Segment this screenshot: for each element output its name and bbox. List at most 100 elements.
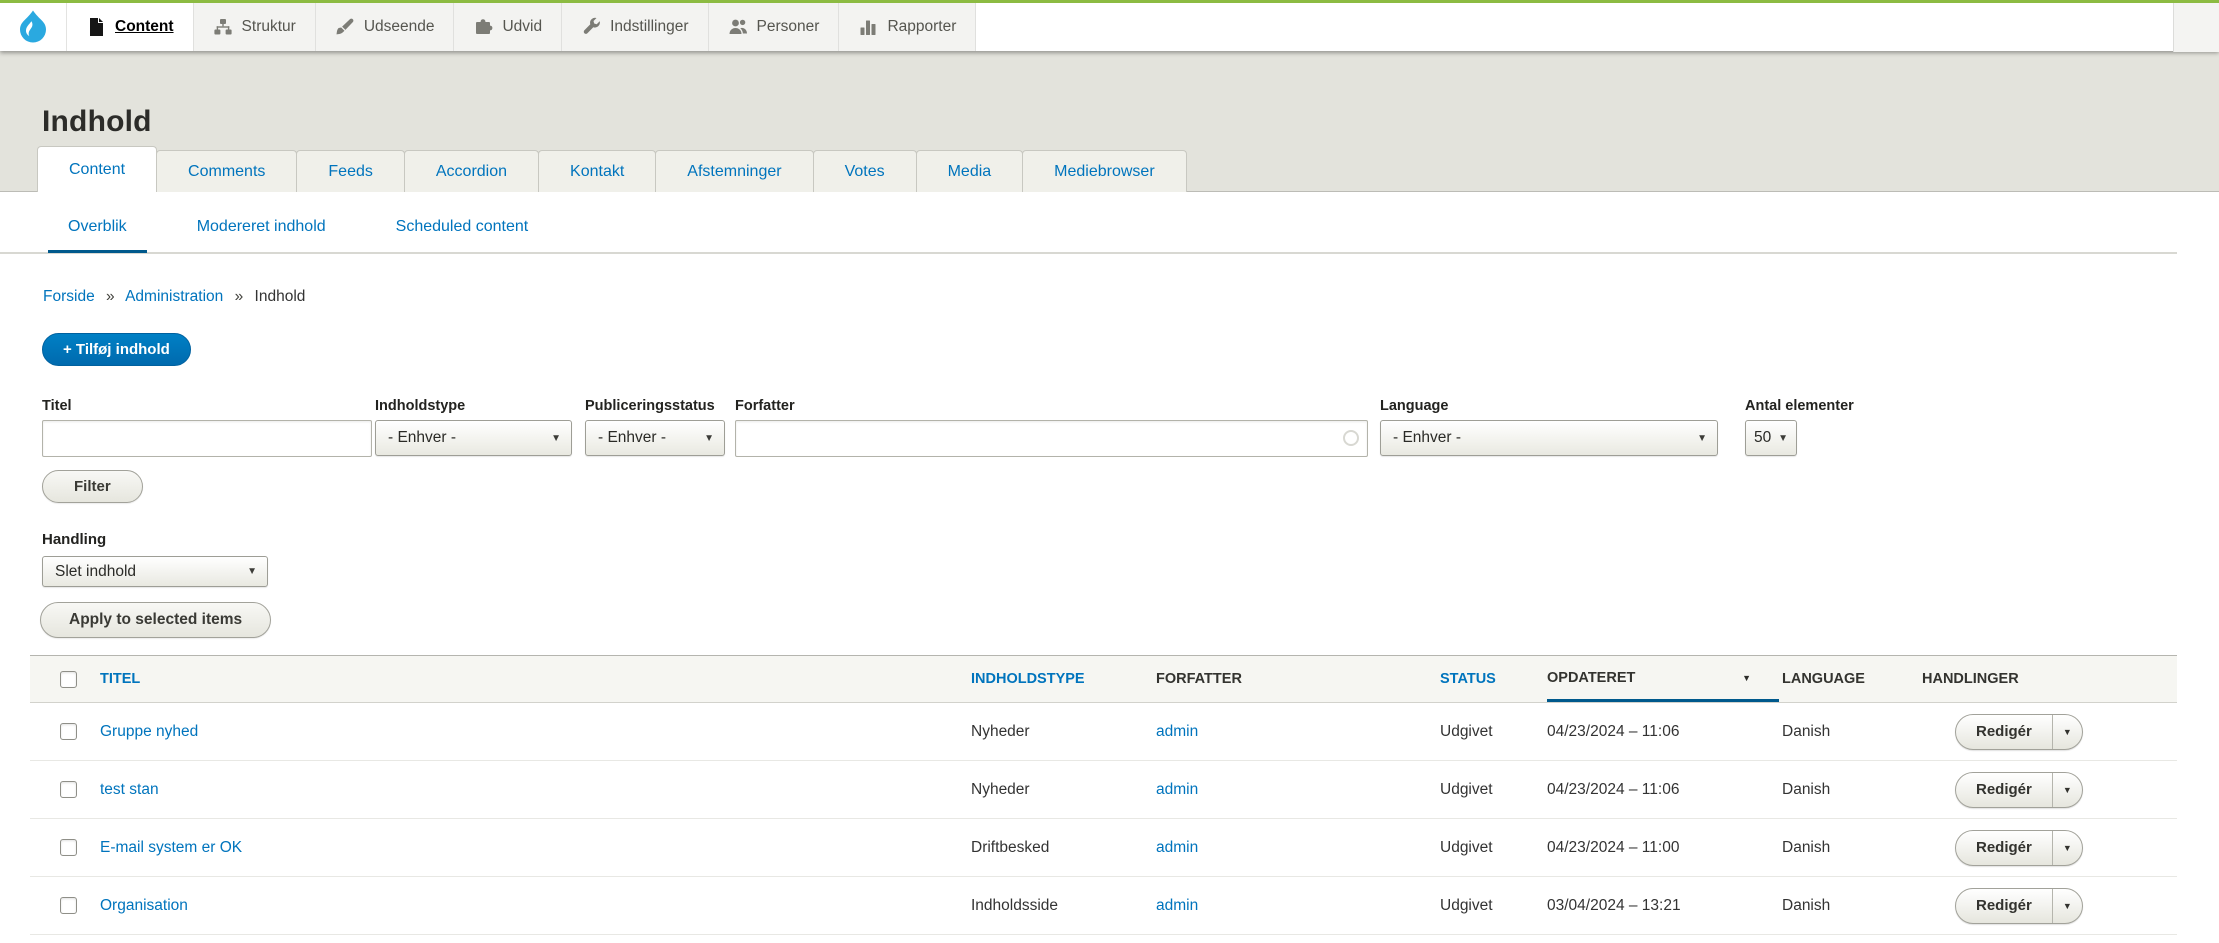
content-type-cell: Indholdsside (971, 897, 1156, 915)
forfatter-label: Forfatter (735, 398, 795, 414)
paintbrush-icon (335, 17, 355, 37)
subtab-scheduled-content[interactable]: Scheduled content (376, 217, 549, 253)
edit-dropbutton: Redigér ▼ (1955, 830, 2083, 866)
tab-content[interactable]: Content (37, 146, 157, 192)
column-header-opdateret[interactable]: OPDATERET ▼ (1547, 656, 1779, 702)
secondary-tabs: Overblik Modereret indhold Scheduled con… (48, 217, 548, 253)
content-title-link[interactable]: E-mail system er OK (100, 839, 242, 856)
primary-tabs: Content Comments Feeds Accordion Kontakt… (37, 146, 1186, 192)
status-cell: Udgivet (1440, 839, 1547, 857)
content-type-cell: Nyheder (971, 781, 1156, 799)
toolbar-item-struktur[interactable]: Struktur (194, 3, 316, 51)
titel-input[interactable] (42, 420, 372, 457)
toolbar-item-label: Content (115, 18, 174, 36)
drupal-drop-icon (15, 9, 51, 45)
column-header-indholdstype[interactable]: INDHOLDSTYPE (971, 671, 1156, 687)
row-select-cell (30, 781, 100, 798)
row-checkbox[interactable] (60, 839, 77, 856)
toolbar-item-udseende[interactable]: Udseende (316, 3, 455, 51)
author-link[interactable]: admin (1156, 781, 1198, 798)
subtab-overblik[interactable]: Overblik (48, 217, 147, 253)
forfatter-input[interactable] (735, 420, 1368, 457)
dropbutton-toggle[interactable]: ▼ (2053, 831, 2082, 865)
row-checkbox[interactable] (60, 723, 77, 740)
edit-button[interactable]: Redigér (1956, 831, 2053, 865)
breadcrumb: Forside » Administration » Indhold (43, 288, 305, 306)
subtab-modereret-indhold[interactable]: Modereret indhold (177, 217, 346, 253)
forfatter-field-wrap (735, 420, 1368, 457)
page-title: Indhold (42, 105, 152, 139)
dropbutton-toggle[interactable]: ▼ (2053, 715, 2082, 749)
edit-button[interactable]: Redigér (1956, 773, 2053, 807)
table-header-row: TITEL INDHOLDSTYPE FORFATTER STATUS OPDA… (30, 655, 2177, 703)
antal-elementer-label: Antal elementer (1745, 398, 1854, 414)
tab-votes[interactable]: Votes (813, 150, 917, 192)
select-all-checkbox[interactable] (60, 671, 77, 688)
edit-button[interactable]: Redigér (1956, 715, 2053, 749)
toolbar-item-indstillinger[interactable]: Indstillinger (562, 3, 708, 51)
column-header-status[interactable]: STATUS (1440, 671, 1547, 687)
tab-afstemninger[interactable]: Afstemninger (655, 150, 813, 192)
status-cell: Udgivet (1440, 897, 1547, 915)
content-title-link[interactable]: Gruppe nyhed (100, 723, 198, 740)
table-row: E-mail system er OK Driftbesked admin Ud… (30, 819, 2177, 877)
tab-media[interactable]: Media (916, 150, 1024, 192)
toolbar-item-personer[interactable]: Personer (709, 3, 840, 51)
add-content-button[interactable]: + Tilføj indhold (42, 333, 191, 366)
dropdown-arrow-icon: ▼ (704, 433, 714, 444)
tab-mediebrowser[interactable]: Mediebrowser (1022, 150, 1186, 192)
publiceringsstatus-select[interactable]: - Enhver - ▼ (585, 420, 725, 456)
column-header-forfatter: FORFATTER (1156, 671, 1440, 687)
edit-dropbutton: Redigér ▼ (1955, 714, 2083, 750)
toolbar-item-rapporter[interactable]: Rapporter (839, 3, 976, 51)
toolbar-item-label: Personer (757, 18, 820, 36)
language-cell: Danish (1782, 723, 1922, 741)
breadcrumb-link-forside[interactable]: Forside (43, 288, 95, 305)
toolbar-item-udvid[interactable]: Udvid (454, 3, 562, 51)
dropdown-arrow-icon: ▼ (1697, 433, 1707, 444)
tab-feeds[interactable]: Feeds (296, 150, 404, 192)
row-select-cell (30, 897, 100, 914)
content-title-link[interactable]: test stan (100, 781, 159, 798)
content-type-cell: Nyheder (971, 723, 1156, 741)
updated-cell: 03/04/2024 – 13:21 (1547, 897, 1782, 915)
author-link[interactable]: admin (1156, 897, 1198, 914)
edit-button[interactable]: Redigér (1956, 889, 2053, 923)
tab-kontakt[interactable]: Kontakt (538, 150, 656, 192)
row-checkbox[interactable] (60, 781, 77, 798)
indholdstype-select[interactable]: - Enhver - ▼ (375, 420, 572, 456)
breadcrumb-separator: » (235, 288, 244, 305)
handling-select[interactable]: Slet indhold ▼ (42, 556, 268, 587)
apply-to-selected-button[interactable]: Apply to selected items (40, 602, 271, 638)
filter-button[interactable]: Filter (42, 470, 143, 503)
breadcrumb-link-administration[interactable]: Administration (125, 288, 223, 305)
language-label: Language (1380, 398, 1448, 414)
author-link[interactable]: admin (1156, 839, 1198, 856)
drupal-logo[interactable] (0, 3, 67, 51)
dropbutton-toggle[interactable]: ▼ (2053, 889, 2082, 923)
author-link[interactable]: admin (1156, 723, 1198, 740)
sitemap-icon (213, 17, 233, 37)
toolbar-item-label: Udseende (364, 18, 435, 36)
toolbar-item-content[interactable]: Content (67, 3, 194, 51)
content-title-link[interactable]: Organisation (100, 897, 188, 914)
admin-toolbar: Content Struktur Udseende Udvid Indstill… (0, 3, 2219, 51)
toolbar-corner-strip (2173, 3, 2219, 52)
row-checkbox[interactable] (60, 897, 77, 914)
language-select[interactable]: - Enhver - ▼ (1380, 420, 1718, 456)
wrench-icon (581, 17, 601, 37)
column-header-titel[interactable]: TITEL (100, 671, 971, 687)
puzzle-icon (473, 17, 493, 37)
file-icon (86, 17, 106, 37)
updated-cell: 04/23/2024 – 11:06 (1547, 781, 1782, 799)
table-row: Gruppe nyhed Nyheder admin Udgivet 04/23… (30, 703, 2177, 761)
handling-label: Handling (42, 531, 106, 548)
people-icon (728, 17, 748, 37)
content-type-cell: Driftbesked (971, 839, 1156, 857)
bar-chart-icon (858, 17, 878, 37)
antal-elementer-select[interactable]: 50 ▼ (1745, 420, 1797, 456)
toolbar-spacer (976, 3, 2219, 51)
tab-comments[interactable]: Comments (156, 150, 297, 192)
tab-accordion[interactable]: Accordion (404, 150, 539, 192)
dropbutton-toggle[interactable]: ▼ (2053, 773, 2082, 807)
